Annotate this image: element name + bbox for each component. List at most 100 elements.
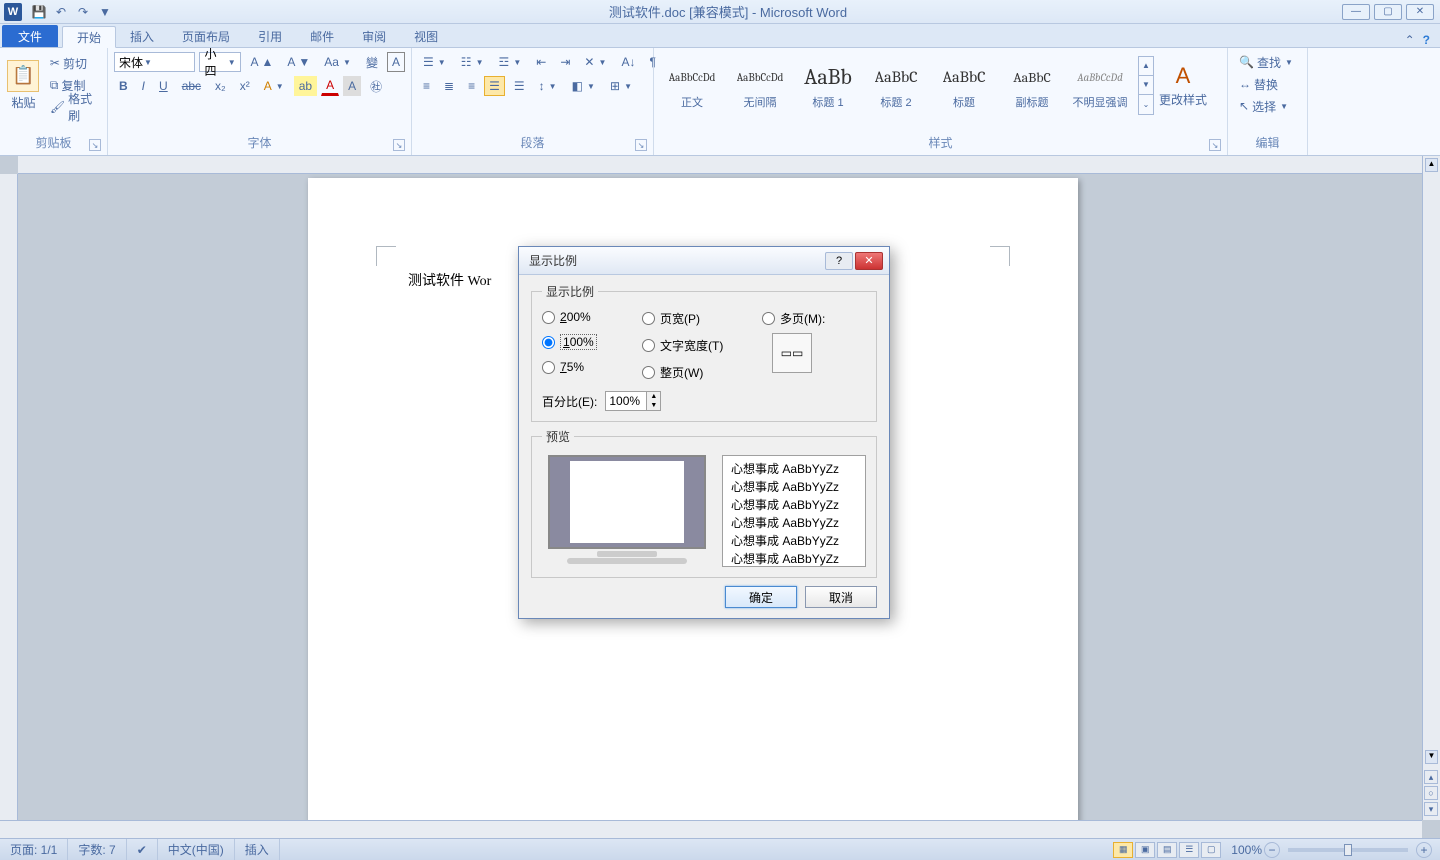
- font-color-button[interactable]: A: [321, 76, 339, 96]
- dialog-help-button[interactable]: ?: [825, 252, 853, 270]
- paragraph-launcher-icon[interactable]: ↘: [635, 139, 647, 151]
- redo-icon[interactable]: ↷: [74, 3, 92, 21]
- zoom-slider-thumb[interactable]: [1344, 844, 1352, 856]
- style-item[interactable]: AaBbCcDd无间隔: [728, 56, 792, 114]
- multilevel-list-button[interactable]: ☲▼: [494, 52, 528, 72]
- radio-100[interactable]: [542, 336, 555, 349]
- horizontal-ruler[interactable]: [18, 156, 1422, 174]
- radio-whole-page[interactable]: [642, 366, 655, 379]
- percent-spinner[interactable]: ▲▼: [605, 391, 661, 411]
- radio-text-width[interactable]: [642, 339, 655, 352]
- distribute-button[interactable]: ☰: [509, 76, 530, 96]
- style-item[interactable]: AaBbC标题: [932, 56, 996, 114]
- style-item[interactable]: AaBbC标题 2: [864, 56, 928, 114]
- increase-indent-button[interactable]: ⇥: [555, 52, 575, 72]
- tab-mailings[interactable]: 邮件: [296, 25, 348, 47]
- status-spellcheck[interactable]: ✔: [127, 839, 158, 860]
- radio-many-pages-label[interactable]: 多页(M):: [780, 310, 825, 327]
- phonetic-guide-button[interactable]: 變: [361, 52, 383, 72]
- scroll-up-icon[interactable]: ▲: [1425, 158, 1438, 172]
- spin-up-icon[interactable]: ▲: [646, 392, 660, 401]
- grow-font-button[interactable]: A▲: [245, 52, 278, 72]
- align-center-button[interactable]: ≣: [439, 76, 459, 96]
- ok-button[interactable]: 确定: [725, 586, 797, 608]
- font-launcher-icon[interactable]: ↘: [393, 139, 405, 151]
- tab-review[interactable]: 审阅: [348, 25, 400, 47]
- change-styles-button[interactable]: A 更改样式: [1158, 52, 1208, 118]
- superscript-button[interactable]: x²: [235, 76, 255, 96]
- view-draft-button[interactable]: ▢: [1201, 842, 1221, 858]
- enclose-char-button[interactable]: ㊓: [365, 76, 387, 96]
- cut-button[interactable]: ✂剪切: [45, 53, 101, 73]
- horizontal-scrollbar[interactable]: [0, 820, 1422, 838]
- dialog-close-button[interactable]: ✕: [855, 252, 883, 270]
- help-icon[interactable]: ?: [1423, 33, 1430, 47]
- style-scroll-up-icon[interactable]: ▲: [1139, 57, 1153, 76]
- tab-file[interactable]: 文件: [2, 25, 58, 47]
- radio-200-label[interactable]: 200%: [560, 310, 591, 324]
- radio-page-width-label[interactable]: 页宽(P): [660, 310, 700, 327]
- view-outline-button[interactable]: ☰: [1179, 842, 1199, 858]
- clipboard-launcher-icon[interactable]: ↘: [89, 139, 101, 151]
- spin-down-icon[interactable]: ▼: [646, 401, 660, 410]
- asian-layout-button[interactable]: ✕▼: [579, 52, 612, 72]
- borders-button[interactable]: ⊞▼: [605, 76, 638, 96]
- line-spacing-button[interactable]: ↕▼: [534, 76, 563, 96]
- replace-button[interactable]: ↔替换: [1234, 74, 1301, 94]
- style-item[interactable]: AaBb标题 1: [796, 56, 860, 114]
- radio-75-label[interactable]: 75%: [560, 360, 584, 374]
- radio-whole-page-label[interactable]: 整页(W): [660, 364, 703, 381]
- italic-button[interactable]: I: [137, 76, 150, 96]
- tab-references[interactable]: 引用: [244, 25, 296, 47]
- underline-button[interactable]: U: [154, 76, 173, 96]
- view-full-screen-button[interactable]: ▣: [1135, 842, 1155, 858]
- vertical-ruler[interactable]: [0, 174, 18, 820]
- radio-page-width[interactable]: [642, 312, 655, 325]
- zoom-out-button[interactable]: −: [1264, 842, 1280, 858]
- minimize-ribbon-icon[interactable]: ⌃: [1405, 33, 1415, 47]
- radio-200[interactable]: [542, 311, 555, 324]
- shrink-font-button[interactable]: A▼: [282, 52, 315, 72]
- style-item[interactable]: AaBbCcDd不明显强调: [1068, 56, 1132, 114]
- status-page[interactable]: 页面: 1/1: [0, 839, 68, 860]
- cancel-button[interactable]: 取消: [805, 586, 877, 608]
- radio-many-pages[interactable]: [762, 312, 775, 325]
- minimize-button[interactable]: —: [1342, 4, 1370, 20]
- text-effects-button[interactable]: A▼: [259, 76, 290, 96]
- decrease-indent-button[interactable]: ⇤: [531, 52, 551, 72]
- radio-text-width-label[interactable]: 文字宽度(T): [660, 337, 723, 354]
- scroll-down-icon[interactable]: ▼: [1425, 750, 1438, 764]
- tab-view[interactable]: 视图: [400, 25, 452, 47]
- tab-layout[interactable]: 页面布局: [168, 25, 244, 47]
- sort-button[interactable]: A↓: [616, 52, 640, 72]
- zoom-slider[interactable]: [1288, 848, 1408, 852]
- select-button[interactable]: ↖选择▼: [1234, 96, 1301, 116]
- align-right-button[interactable]: ≡: [463, 76, 480, 96]
- radio-75[interactable]: [542, 361, 555, 374]
- status-insert-mode[interactable]: 插入: [235, 839, 280, 860]
- shading-button[interactable]: ◧▼: [567, 76, 601, 96]
- style-item[interactable]: AaBbCcDd正文: [660, 56, 724, 114]
- format-painter-button[interactable]: 🖌格式刷: [45, 97, 101, 117]
- bold-button[interactable]: B: [114, 76, 133, 96]
- undo-icon[interactable]: ↶: [52, 3, 70, 21]
- maximize-button[interactable]: ▢: [1374, 4, 1402, 20]
- highlight-button[interactable]: ab: [294, 76, 317, 96]
- view-web-button[interactable]: ▤: [1157, 842, 1177, 858]
- find-button[interactable]: 🔍查找▼: [1234, 52, 1301, 72]
- style-item[interactable]: AaBbC副标题: [1000, 56, 1064, 114]
- vertical-scrollbar[interactable]: ▲ ▼ ▴ ○ ▾: [1422, 156, 1440, 820]
- document-text[interactable]: 测试软件 Wor: [408, 270, 491, 290]
- many-pages-picker-button[interactable]: ▭▭: [772, 333, 812, 373]
- qat-dropdown-icon[interactable]: ▼: [96, 3, 114, 21]
- style-scroll-down-icon[interactable]: ▼: [1139, 76, 1153, 95]
- tab-insert[interactable]: 插入: [116, 25, 168, 47]
- status-word-count[interactable]: 字数: 7: [68, 839, 126, 860]
- browse-next-icon[interactable]: ▾: [1424, 802, 1438, 816]
- bullet-list-button[interactable]: ☰▼: [418, 52, 452, 72]
- subscript-button[interactable]: x₂: [210, 76, 231, 96]
- radio-100-label[interactable]: 100%: [560, 334, 597, 350]
- justify-button[interactable]: ☰: [484, 76, 505, 96]
- save-icon[interactable]: 💾: [30, 3, 48, 21]
- view-print-layout-button[interactable]: ▦: [1113, 842, 1133, 858]
